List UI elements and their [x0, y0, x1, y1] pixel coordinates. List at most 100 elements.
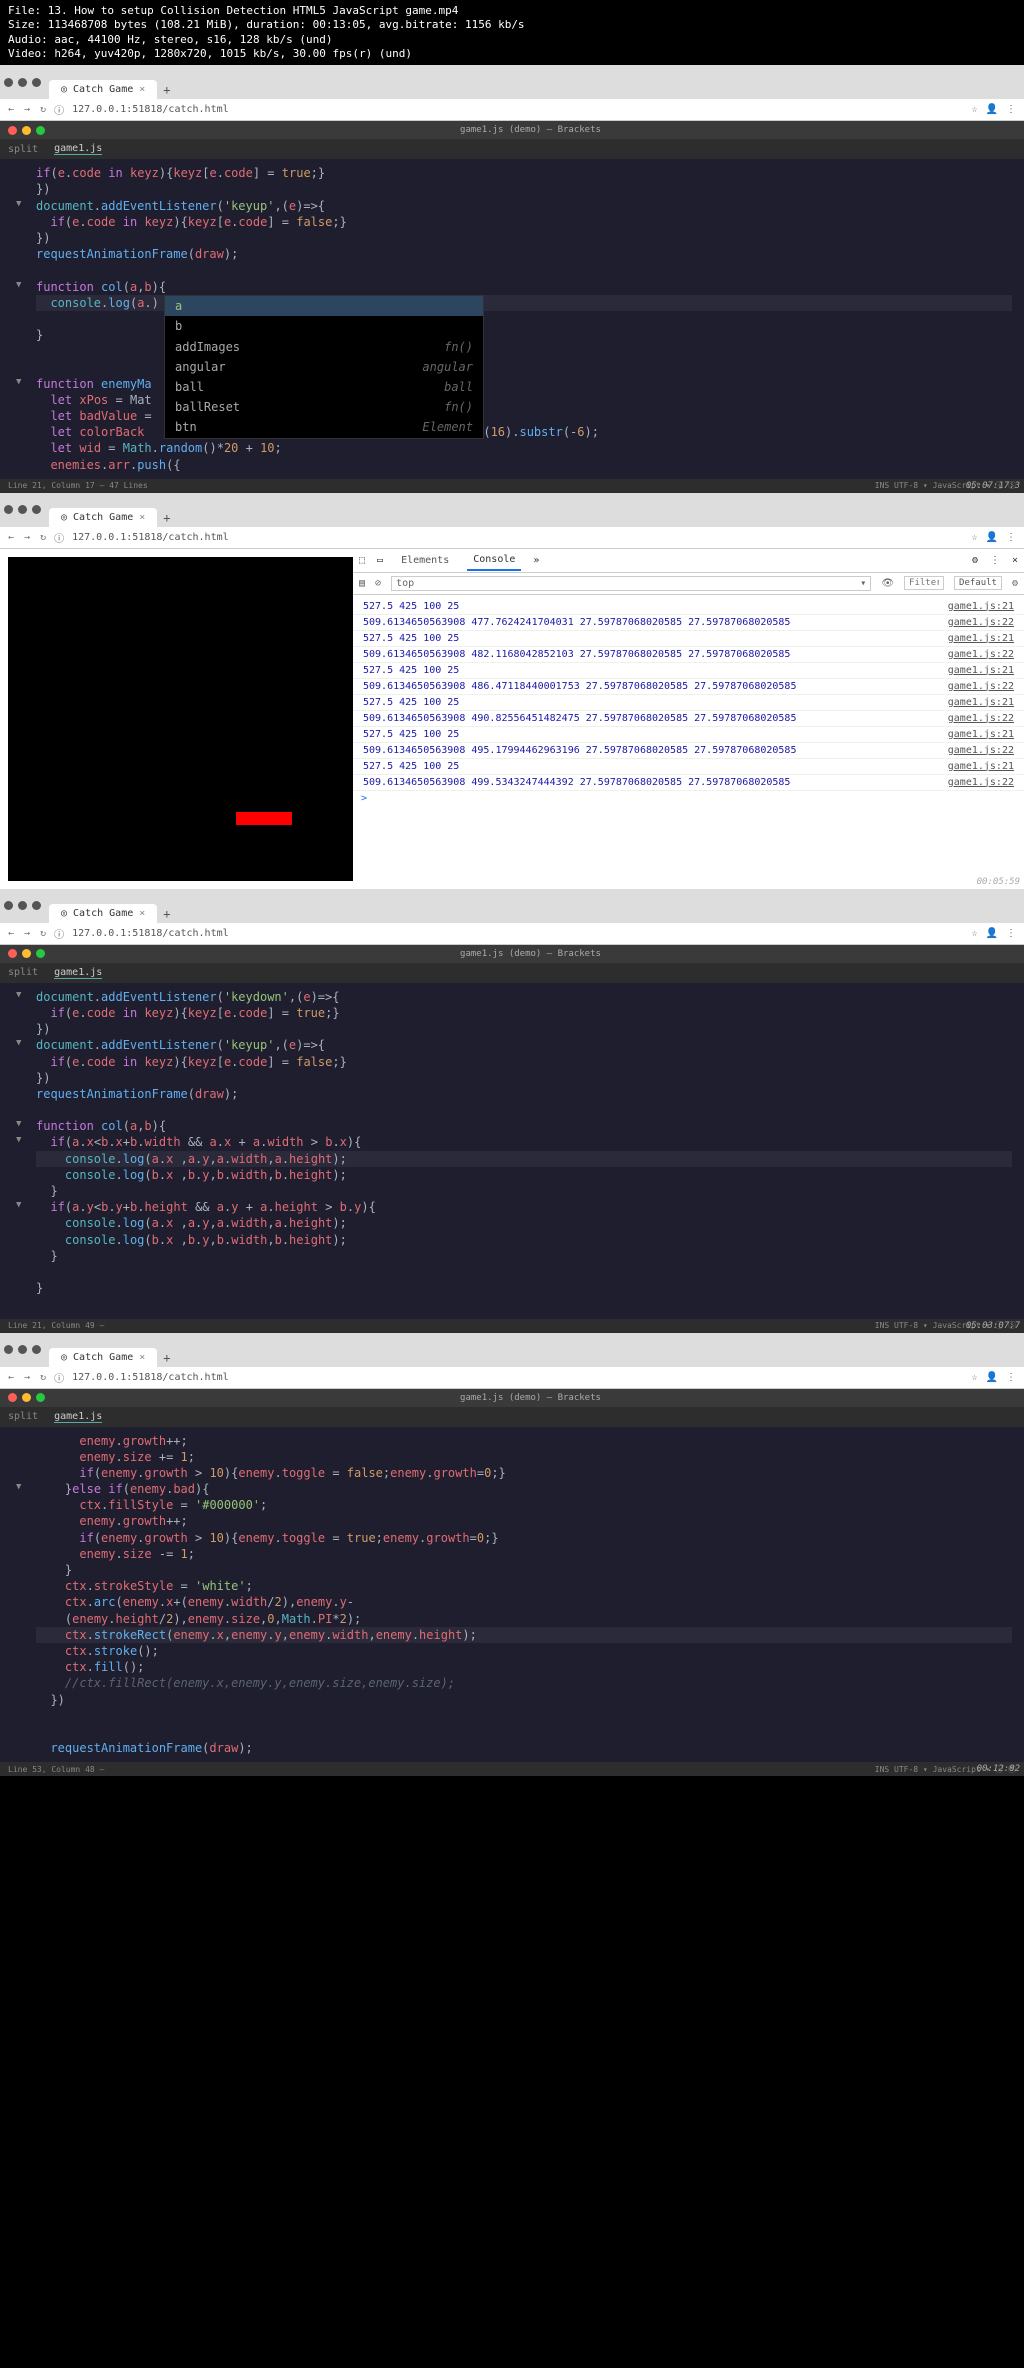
more-tabs-icon[interactable]: » [533, 555, 539, 566]
ac-item-addImages[interactable]: addImagesfn() [165, 337, 483, 357]
info-icon[interactable]: ⓘ [54, 926, 64, 941]
elements-tab[interactable]: Elements [395, 551, 455, 570]
forward-icon[interactable]: → [24, 104, 30, 115]
menu-icon[interactable]: ⋮ [1006, 1372, 1016, 1383]
game-canvas[interactable] [8, 557, 353, 881]
tl-min[interactable] [18, 505, 27, 514]
source-link[interactable]: game1.js:21 [948, 665, 1014, 676]
menu-icon[interactable]: ⋮ [1006, 928, 1016, 939]
source-link[interactable]: game1.js:22 [948, 777, 1014, 788]
browser-tab[interactable]: ◎ Catch Game × [49, 80, 157, 99]
url-text[interactable]: 127.0.0.1:51818/catch.html [72, 104, 963, 115]
tl-min[interactable] [18, 1345, 27, 1354]
star-icon[interactable]: ☆ [972, 532, 978, 543]
tl-yellow[interactable] [22, 126, 31, 135]
tl-max[interactable] [32, 1345, 41, 1354]
tl-red[interactable] [8, 949, 17, 958]
tl-red[interactable] [8, 1393, 17, 1402]
tl-green[interactable] [36, 126, 45, 135]
tl-close[interactable] [4, 901, 13, 910]
info-icon[interactable]: ⓘ [54, 102, 64, 117]
new-tab-button-2[interactable]: + [157, 509, 176, 527]
code-editor-4[interactable]: enemy.growth++; enemy.size += 1; if(enem… [0, 1427, 1024, 1763]
menu-icon[interactable]: ⋮ [1006, 104, 1016, 115]
ac-item-angular[interactable]: angularangular [165, 357, 483, 377]
menu-icon[interactable]: ⋮ [1006, 532, 1016, 543]
console-output[interactable]: 527.5 425 100 25game1.js:21509.613465056… [353, 595, 1024, 889]
browser-tab-3[interactable]: ◎ Catch Game × [49, 904, 157, 923]
url-text-3[interactable]: 127.0.0.1:51818/catch.html [72, 928, 963, 939]
tl-close[interactable] [4, 505, 13, 514]
reload-icon[interactable]: ↻ [40, 532, 46, 543]
context-dropdown[interactable]: top ▾ [391, 576, 871, 591]
code-editor-1[interactable]: if(e.code in keyz){keyz[e.code] = true;}… [0, 159, 1024, 479]
ac-item-a[interactable]: a [165, 296, 483, 316]
source-link[interactable]: game1.js:21 [948, 601, 1014, 612]
tl-min[interactable] [18, 78, 27, 87]
profile-icon[interactable]: 👤 [986, 1372, 998, 1383]
ac-item-b[interactable]: b [165, 316, 483, 336]
console-prompt[interactable]: > [353, 791, 1024, 806]
star-icon[interactable]: ☆ [972, 1372, 978, 1383]
profile-icon[interactable]: 👤 [986, 104, 998, 115]
split-label[interactable]: split [8, 1411, 38, 1422]
forward-icon[interactable]: → [24, 928, 30, 939]
inspect-icon[interactable]: ⬚ [359, 555, 365, 566]
device-icon[interactable]: ▭ [377, 555, 383, 566]
file-tab[interactable]: game1.js [54, 143, 102, 155]
star-icon[interactable]: ☆ [972, 104, 978, 115]
tl-green[interactable] [36, 949, 45, 958]
source-link[interactable]: game1.js:22 [948, 681, 1014, 692]
source-link[interactable]: game1.js:21 [948, 633, 1014, 644]
star-icon[interactable]: ☆ [972, 928, 978, 939]
new-tab-button-4[interactable]: + [157, 1349, 176, 1367]
info-icon[interactable]: ⓘ [54, 1370, 64, 1385]
clear-console-icon[interactable]: ⊘ [375, 578, 381, 589]
info-icon[interactable]: ⓘ [54, 530, 64, 545]
split-label[interactable]: split [8, 967, 38, 978]
back-icon[interactable]: ← [8, 1372, 14, 1383]
profile-icon[interactable]: 👤 [986, 532, 998, 543]
file-tab-3[interactable]: game1.js [54, 967, 102, 979]
filter-input[interactable] [904, 576, 944, 590]
new-tab-button[interactable]: + [157, 81, 176, 99]
browser-tab-2[interactable]: ◎ Catch Game × [49, 508, 157, 527]
split-label[interactable]: split [8, 144, 38, 155]
ac-item-ball[interactable]: ballball [165, 377, 483, 397]
close-tab-icon[interactable]: × [139, 1352, 145, 1363]
close-tab-icon[interactable]: × [139, 908, 145, 919]
source-link[interactable]: game1.js:22 [948, 745, 1014, 756]
close-devtools-icon[interactable]: × [1012, 555, 1018, 566]
tl-min[interactable] [18, 901, 27, 910]
tl-yellow[interactable] [22, 949, 31, 958]
reload-icon[interactable]: ↻ [40, 1372, 46, 1383]
reload-icon[interactable]: ↻ [40, 104, 46, 115]
source-link[interactable]: game1.js:22 [948, 617, 1014, 628]
console-tab[interactable]: Console [467, 550, 521, 571]
source-link[interactable]: game1.js:21 [948, 697, 1014, 708]
tl-max[interactable] [32, 901, 41, 910]
tl-red[interactable] [8, 126, 17, 135]
ac-item-btn[interactable]: btnElement [165, 417, 483, 437]
browser-tab-4[interactable]: ◎ Catch Game × [49, 1348, 157, 1367]
close-tab-icon[interactable]: × [139, 512, 145, 523]
eye-icon[interactable]: 👁 [881, 578, 894, 589]
default-levels[interactable]: Default [954, 576, 1002, 590]
sidebar-toggle-icon[interactable]: ▤ [359, 578, 365, 589]
tl-close[interactable] [4, 78, 13, 87]
tl-close[interactable] [4, 1345, 13, 1354]
source-link[interactable]: game1.js:22 [948, 649, 1014, 660]
console-settings-icon[interactable]: ⚙ [1012, 578, 1018, 589]
ac-item-ballReset[interactable]: ballResetfn() [165, 397, 483, 417]
forward-icon[interactable]: → [24, 1372, 30, 1383]
source-link[interactable]: game1.js:21 [948, 761, 1014, 772]
tl-green[interactable] [36, 1393, 45, 1402]
file-tab-4[interactable]: game1.js [54, 1411, 102, 1423]
source-link[interactable]: game1.js:21 [948, 729, 1014, 740]
tl-max[interactable] [32, 505, 41, 514]
close-tab-icon[interactable]: × [139, 84, 145, 95]
dock-menu-icon[interactable]: ⋮ [990, 555, 1000, 566]
profile-icon[interactable]: 👤 [986, 928, 998, 939]
back-icon[interactable]: ← [8, 532, 14, 543]
source-link[interactable]: game1.js:22 [948, 713, 1014, 724]
